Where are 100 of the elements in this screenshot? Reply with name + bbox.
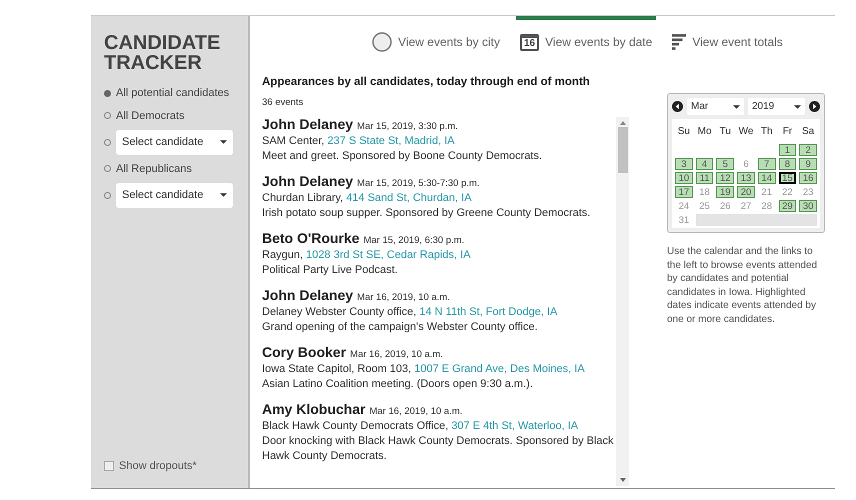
candidate-name: John Delaney — [262, 116, 354, 132]
calendar-day[interactable]: 16 — [799, 172, 817, 184]
calendar-day[interactable]: 2 — [799, 144, 817, 156]
weekday-label: Tu — [718, 125, 732, 139]
candidate-name: John Delaney — [262, 286, 354, 302]
event-description: Door knocking with Black Hawk County Democrats. Sponsored by Black Hawk County Democrats. — [262, 434, 615, 464]
list-heading: Appearances by all candidates, today through end of month — [262, 75, 591, 90]
venue-name: Black Hawk County Democrats Office, — [262, 420, 448, 432]
calendar-day[interactable]: 4 — [696, 158, 714, 170]
event-description: Meet and greet. Sponsored by Boone County Democrats. — [262, 148, 544, 164]
weekday-label: Mo — [696, 125, 713, 139]
event-time: Mar 16, 2019, 10 a.m. — [369, 406, 462, 416]
calendar-day[interactable]: 26 — [716, 200, 734, 212]
caret-icon — [733, 104, 740, 108]
radio-button[interactable] — [104, 165, 111, 172]
weekday-label: We — [738, 125, 754, 139]
scrollbar[interactable] — [616, 116, 629, 486]
calendar-day[interactable]: 5 — [716, 158, 734, 170]
radio-button[interactable] — [104, 112, 111, 120]
venue-name: Raygun, — [262, 248, 303, 260]
next-icon — [809, 101, 820, 112]
address-link[interactable]: 14 N 11th St, Fort Dodge, IA — [419, 306, 558, 318]
month-select[interactable]: Mar — [687, 98, 744, 115]
event-description: Asian Latino Coalition meeting. (Doors open 9:30 a.m.). — [262, 376, 534, 392]
weekday-label: Fr — [782, 125, 794, 139]
weekday-label: Sa — [801, 125, 816, 139]
calendar-day[interactable]: 24 — [675, 200, 693, 212]
candidate-select[interactable]: Select candidate — [116, 130, 233, 154]
address-link[interactable]: 1007 E Grand Ave, Des Moines, IA — [414, 362, 585, 374]
event-count: 36 events — [262, 96, 304, 110]
address-link[interactable]: 307 E 4th St, Waterloo, IA — [451, 420, 578, 432]
caret-icon — [220, 193, 227, 198]
view-tab[interactable]: View event totals — [668, 16, 787, 64]
calendar-day[interactable]: 27 — [737, 200, 755, 212]
calendar-day[interactable]: 11 — [696, 172, 714, 184]
radio-button[interactable] — [104, 90, 111, 97]
circle-icon — [372, 32, 392, 52]
bar-chart-icon — [672, 34, 686, 50]
caret-icon — [794, 104, 801, 108]
radio-button[interactable] — [104, 138, 111, 146]
radio-button[interactable] — [104, 192, 111, 199]
scroll-thumb[interactable] — [618, 126, 628, 172]
previous-icon — [672, 101, 683, 112]
candidate-name: Cory Booker — [262, 344, 346, 360]
checkbox-label[interactable]: Show dropouts* — [119, 458, 197, 474]
calendar-day[interactable]: 10 — [675, 172, 693, 184]
event-description: Grand opening of the campaign's Webster County office. — [262, 320, 539, 334]
calendar-day[interactable]: 3 — [675, 158, 693, 170]
calendar-day[interactable]: 6 — [737, 158, 755, 170]
scroll-down-icon — [620, 478, 626, 482]
event-time: Mar 16, 2019, 10 a.m. — [350, 348, 443, 360]
event-time: Mar 16, 2019, 10 a.m. — [357, 292, 450, 302]
sidebar-title: CANDIDATE TRACKER — [104, 33, 222, 73]
weekday-label: Su — [676, 125, 691, 139]
calendar-day[interactable]: 25 — [696, 200, 714, 212]
calendar-day[interactable]: 31 — [675, 214, 693, 226]
event-description: Irish potato soup supper. Sponsored by Greene County Democrats. — [262, 206, 592, 220]
address-link[interactable]: 414 Sand St, Churdan, IA — [346, 192, 472, 204]
view-tab[interactable]: View events by city — [368, 16, 504, 64]
calendar-day[interactable]: 12 — [716, 172, 734, 184]
calendar-day[interactable]: 14 — [758, 172, 776, 184]
venue-name: Churdan Library, — [262, 192, 344, 204]
year-select[interactable]: 2019 — [748, 98, 805, 115]
scroll-up-icon — [620, 120, 626, 124]
radio-label[interactable]: All Democrats — [116, 108, 184, 124]
calendar-day[interactable]: 23 — [799, 186, 817, 198]
candidate-name: Amy Klobuchar — [262, 400, 366, 416]
calendar-day[interactable]: 28 — [758, 200, 776, 212]
calendar-day[interactable]: 13 — [737, 172, 755, 184]
event-description: Political Party Live Podcast. — [262, 262, 399, 278]
calendar-day[interactable]: 17 — [675, 186, 693, 198]
address-link[interactable]: 237 S State St, Madrid, IA — [327, 134, 455, 146]
view-tab[interactable]: 16 View events by date — [516, 16, 656, 64]
weekday-label: Th — [760, 125, 774, 139]
venue-name: SAM Center, — [262, 134, 324, 146]
checkbox[interactable] — [104, 460, 114, 471]
calendar-day[interactable]: 15 — [778, 172, 796, 184]
venue-name: Delaney Webster County office, — [262, 306, 416, 318]
calendar-day[interactable]: 21 — [758, 186, 776, 198]
calendar-day[interactable]: 30 — [799, 200, 817, 212]
calendar-day[interactable]: 7 — [758, 158, 776, 170]
radio-label[interactable]: All potential candidates — [116, 85, 230, 102]
calendar-day[interactable]: 29 — [778, 200, 796, 212]
calendar-day[interactable]: 20 — [737, 186, 755, 198]
candidate-name: John Delaney — [262, 172, 354, 188]
calendar-day[interactable]: 18 — [696, 186, 714, 198]
candidate-name: Beto O'Rourke — [262, 230, 360, 246]
help-text: Use the calendar and the links to the left to browse events attended by candidates and potential candidates in Iowa. Highlighted dates indicate events attended by one or more candidates. — [667, 245, 818, 326]
candidate-select[interactable]: Select candidate — [116, 183, 233, 208]
calendar-day[interactable]: 22 — [778, 186, 796, 198]
radio-label[interactable]: All Republicans — [116, 160, 192, 177]
event-time: Mar 15, 2019, 5:30-7:30 p.m. — [357, 178, 480, 188]
caret-icon — [220, 140, 227, 144]
calendar-day[interactable]: 8 — [778, 158, 796, 170]
calendar-day[interactable]: 19 — [716, 186, 734, 198]
calendar-day[interactable]: 1 — [778, 144, 796, 156]
address-link[interactable]: 1028 3rd St SE, Cedar Rapids, IA — [306, 248, 471, 260]
event-time: Mar 15, 2019, 6:30 p.m. — [363, 234, 464, 246]
calendar-icon: 16 — [520, 34, 540, 50]
calendar-day[interactable]: 9 — [799, 158, 817, 170]
